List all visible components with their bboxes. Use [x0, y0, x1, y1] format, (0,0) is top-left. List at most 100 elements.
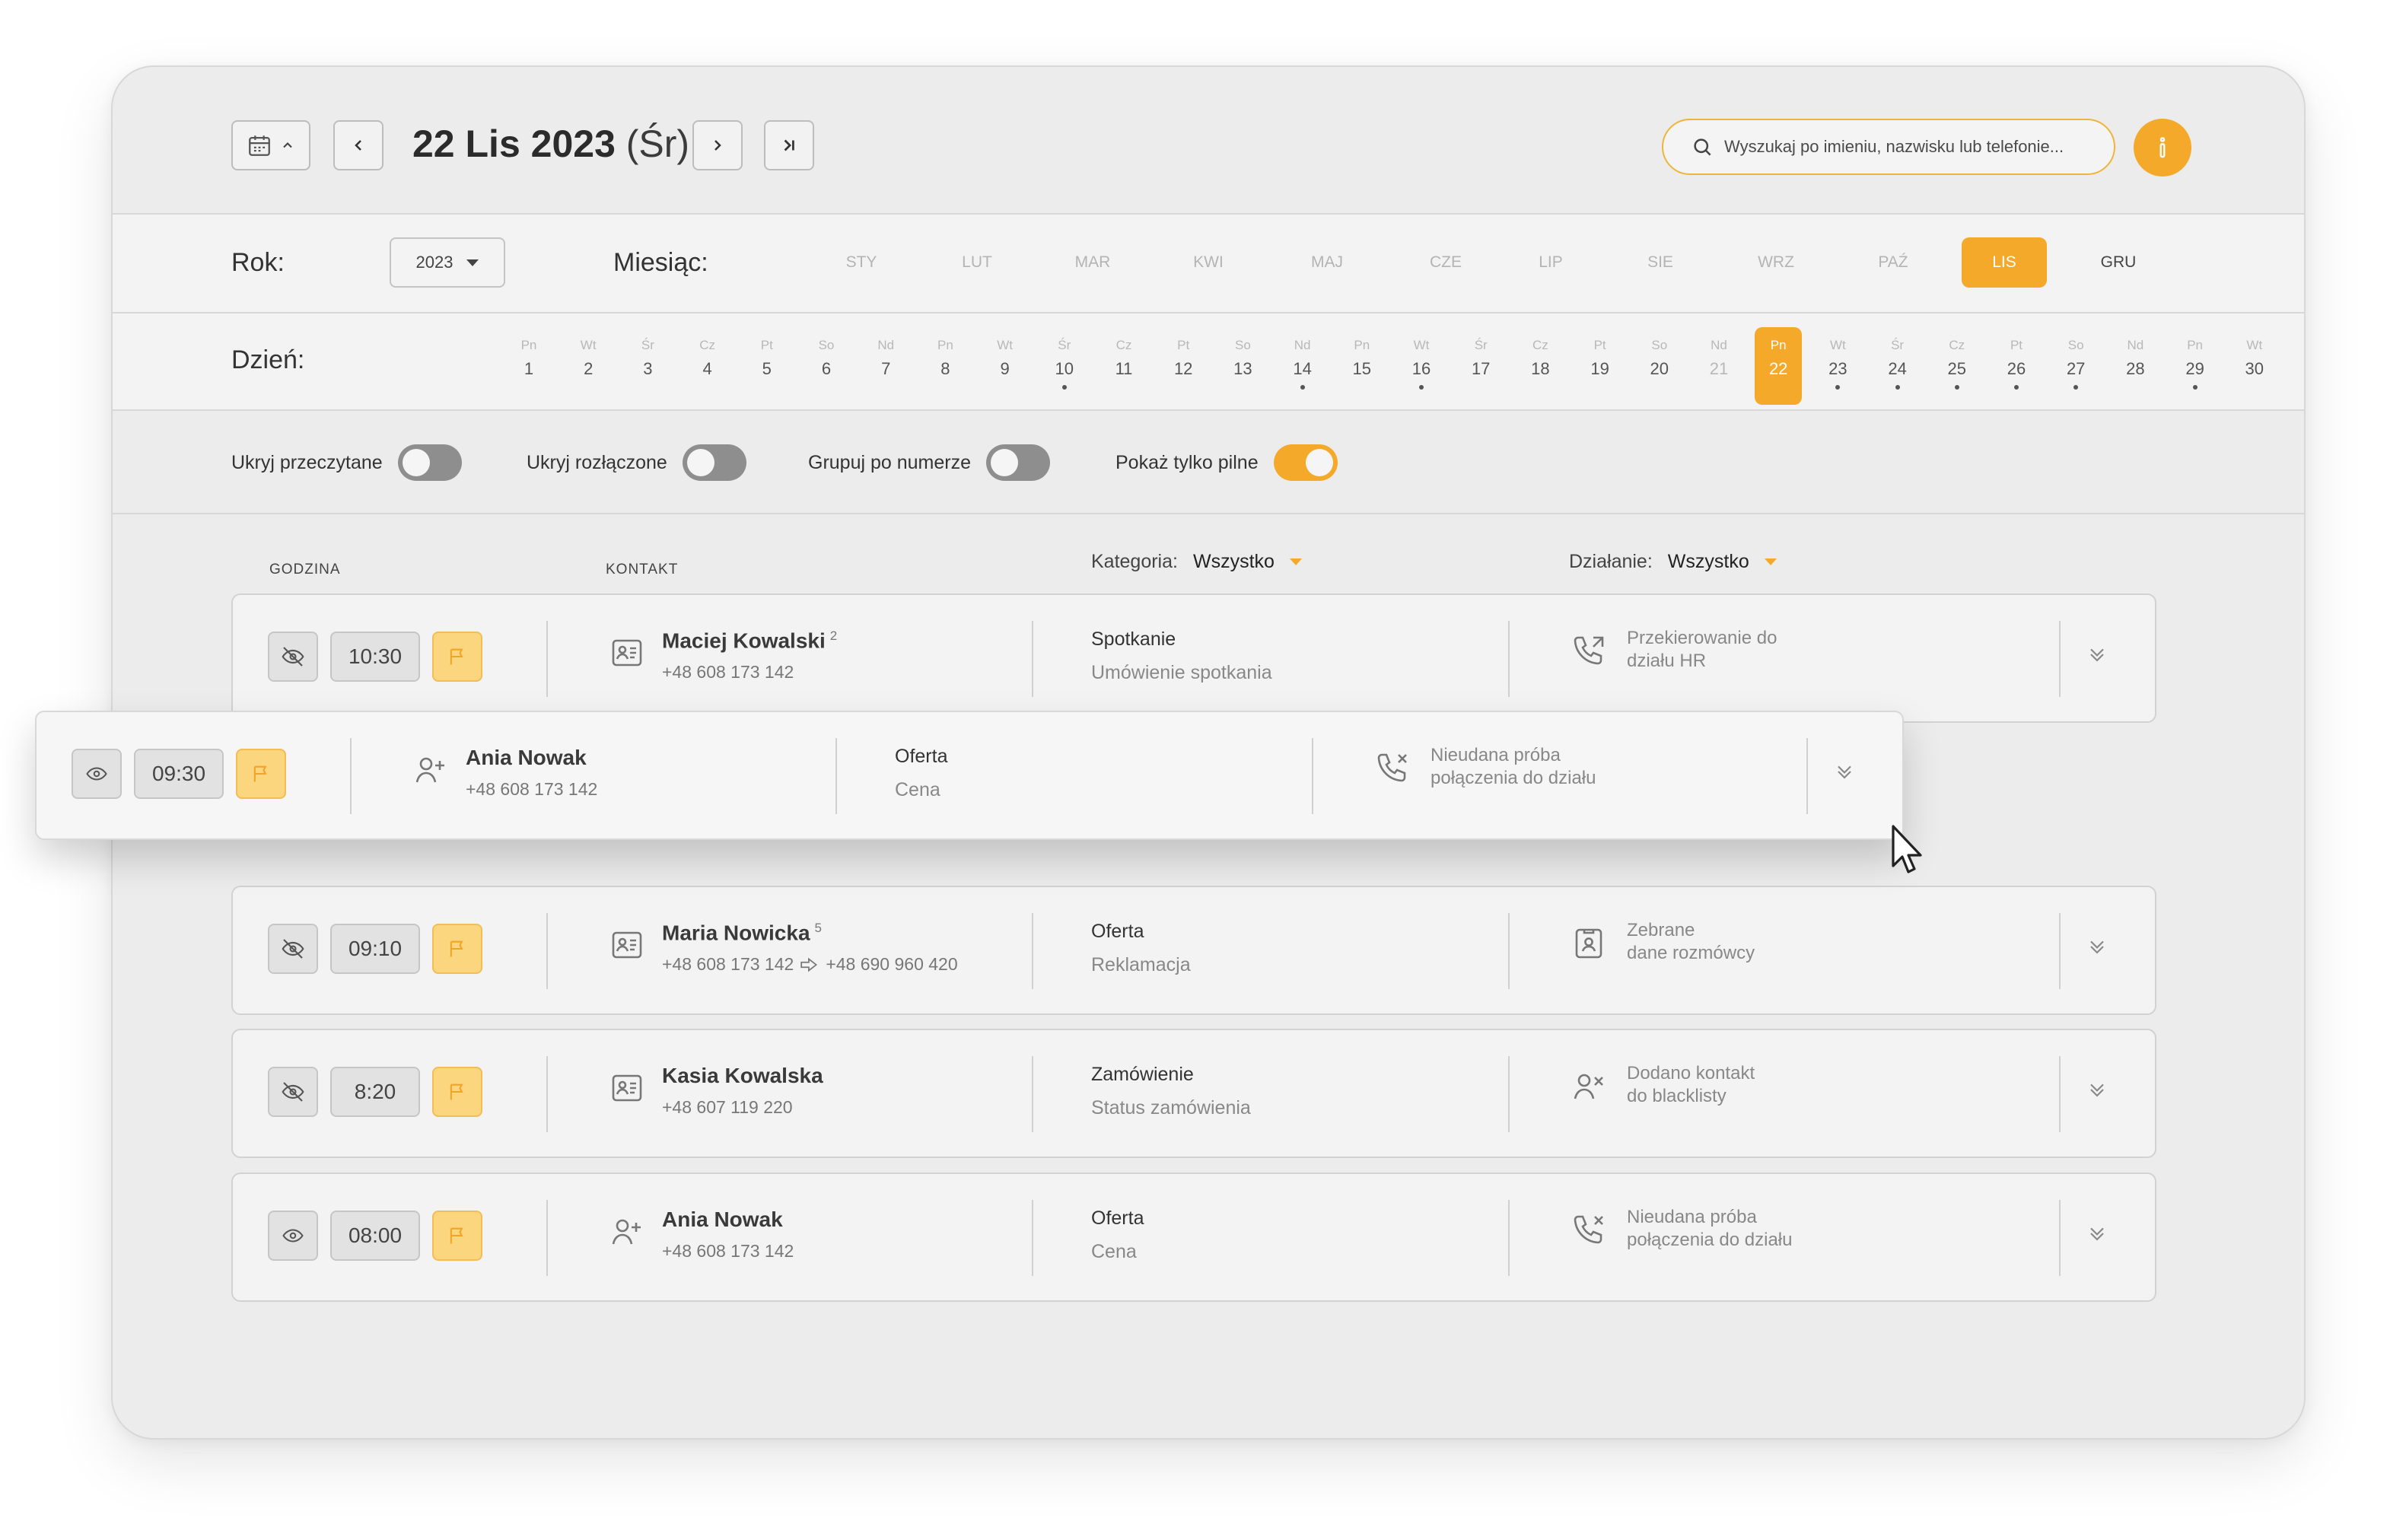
- year-select[interactable]: 2023: [390, 237, 505, 288]
- day-15[interactable]: Pn 15: [1338, 327, 1386, 405]
- phone-number: +48 608 173 142: [662, 954, 794, 974]
- call-row[interactable]: 09:30 Ania Nowak +48 608 173 142 Oferta Cena…: [35, 711, 1904, 840]
- day-11[interactable]: Cz 11: [1100, 327, 1147, 405]
- category-filter[interactable]: Kategoria: Wszystko: [1091, 551, 1302, 573]
- call-row[interactable]: 10:30 Maciej Kowalski 2 +48 608 173 142 Spot…: [231, 593, 2156, 723]
- group-by-number-toggle[interactable]: [986, 444, 1051, 481]
- next-day-button[interactable]: [692, 120, 743, 170]
- day-19[interactable]: Pt 19: [1577, 327, 1624, 405]
- day-31[interactable]: Śr 31: [2290, 327, 2304, 405]
- day-22[interactable]: Pn 22: [1755, 327, 1803, 405]
- month-mar[interactable]: MAR: [1050, 237, 1135, 288]
- month-cze[interactable]: CZE: [1403, 237, 1488, 288]
- urgent-flag-button[interactable]: [432, 924, 482, 974]
- contact-name[interactable]: Kasia Kowalska: [662, 1064, 823, 1088]
- day-5[interactable]: Pt 5: [743, 327, 791, 405]
- filter-urgent-only[interactable]: Pokaż tylko pilne: [1115, 444, 1338, 481]
- month-lut[interactable]: LUT: [934, 237, 1020, 288]
- action-filter[interactable]: Działanie: Wszystko: [1569, 551, 1777, 573]
- expand-button[interactable]: [2085, 1221, 2115, 1252]
- filter-group-by-number[interactable]: Grupuj po numerze: [808, 444, 1051, 481]
- day-row: Dzień: Pn 1 Wt 2 Śr 3 Cz 4 Pt 5 So 6 Nd 7 Pn 8 Wt 9 Śr 10 Cz…: [113, 313, 2304, 411]
- day-23[interactable]: Wt 23: [1814, 327, 1861, 405]
- month-lis[interactable]: LIS: [1962, 237, 2047, 288]
- visibility-button[interactable]: [268, 1067, 318, 1117]
- day-21[interactable]: Nd 21: [1695, 327, 1742, 405]
- day-16[interactable]: Wt 16: [1398, 327, 1445, 405]
- day-17[interactable]: Śr 17: [1457, 327, 1504, 405]
- day-12[interactable]: Pt 12: [1160, 327, 1207, 405]
- category: Oferta: [1091, 921, 1144, 942]
- hide-read-toggle[interactable]: [397, 444, 462, 481]
- day-10[interactable]: Śr 10: [1041, 327, 1088, 405]
- day-18[interactable]: Cz 18: [1516, 327, 1564, 405]
- month-kwi[interactable]: KWI: [1166, 237, 1251, 288]
- day-2[interactable]: Wt 2: [565, 327, 612, 405]
- filter-label: Ukryj rozłączone: [527, 451, 667, 473]
- day-7[interactable]: Nd 7: [862, 327, 909, 405]
- contact-name[interactable]: Ania Nowak: [466, 746, 587, 770]
- day-20[interactable]: So 20: [1636, 327, 1683, 405]
- action-line: połączenia do działu: [1627, 1230, 1793, 1250]
- month-sie[interactable]: SIE: [1618, 237, 1703, 288]
- urgent-only-toggle[interactable]: [1273, 444, 1338, 481]
- day-25[interactable]: Cz 25: [1933, 327, 1981, 405]
- day-4[interactable]: Cz 4: [684, 327, 731, 405]
- day-3[interactable]: Śr 3: [624, 327, 671, 405]
- search-input[interactable]: Wyszukaj po imieniu, nazwisku lub telefo…: [1662, 119, 2115, 175]
- info-button[interactable]: [2134, 119, 2191, 177]
- calendar-toggle-button[interactable]: [231, 120, 310, 170]
- expand-button[interactable]: [2085, 934, 2115, 965]
- contact-name[interactable]: Maciej Kowalski 2: [662, 628, 837, 653]
- column-header-time: GODZINA: [269, 562, 341, 578]
- day-1[interactable]: Pn 1: [505, 327, 552, 405]
- call-row[interactable]: 08:00 Ania Nowak +48 608 173 142 Oferta Cena…: [231, 1172, 2156, 1302]
- day-number: 22: [1768, 359, 1788, 378]
- expand-button[interactable]: [2085, 642, 2115, 673]
- divider: [546, 1200, 548, 1276]
- day-number: 13: [1233, 359, 1252, 378]
- month-sty[interactable]: STY: [819, 237, 904, 288]
- expand-button[interactable]: [2085, 1077, 2115, 1108]
- prev-day-button[interactable]: [333, 120, 383, 170]
- day-28[interactable]: Nd 28: [2112, 327, 2159, 405]
- visibility-button[interactable]: [72, 749, 122, 799]
- day-29[interactable]: Pn 29: [2172, 327, 2219, 405]
- today-button[interactable]: [764, 120, 814, 170]
- call-row[interactable]: 09:10 Maria Nowicka 5 +48 608 173 142 +48 69…: [231, 886, 2156, 1015]
- divider: [546, 621, 548, 697]
- flag-icon: [450, 648, 463, 665]
- month-wrz[interactable]: WRZ: [1733, 237, 1819, 288]
- day-9[interactable]: Wt 9: [982, 327, 1029, 405]
- filter-hide-read[interactable]: Ukryj przeczytane: [231, 444, 462, 481]
- day-8[interactable]: Pn 8: [921, 327, 969, 405]
- filter-label: Pokaż tylko pilne: [1115, 451, 1259, 473]
- day-26[interactable]: Pt 26: [1993, 327, 2040, 405]
- day-30[interactable]: Wt 30: [2231, 327, 2278, 405]
- day-13[interactable]: So 13: [1219, 327, 1266, 405]
- day-weekday: Śr: [641, 338, 654, 352]
- visibility-button[interactable]: [268, 632, 318, 682]
- month-maj[interactable]: MAJ: [1284, 237, 1370, 288]
- search-placeholder: Wyszukaj po imieniu, nazwisku lub telefo…: [1724, 137, 2064, 156]
- hide-disconnected-toggle[interactable]: [682, 444, 746, 481]
- visibility-button[interactable]: [268, 924, 318, 974]
- month-paź[interactable]: PAŹ: [1851, 237, 1936, 288]
- expand-button[interactable]: [1832, 759, 1863, 790]
- urgent-flag-button[interactable]: [432, 632, 482, 682]
- urgent-flag-button[interactable]: [432, 1211, 482, 1261]
- call-row[interactable]: 8:20 Kasia Kowalska +48 607 119 220 Zamówie…: [231, 1029, 2156, 1158]
- contact-name[interactable]: Maria Nowicka 5: [662, 921, 822, 945]
- urgent-flag-button[interactable]: [432, 1067, 482, 1117]
- visibility-button[interactable]: [268, 1211, 318, 1261]
- event-dot: [2192, 385, 2198, 390]
- filter-hide-disconnected[interactable]: Ukryj rozłączone: [527, 444, 746, 481]
- day-24[interactable]: Śr 24: [1874, 327, 1921, 405]
- day-6[interactable]: So 6: [803, 327, 850, 405]
- day-27[interactable]: So 27: [2052, 327, 2099, 405]
- contact-name[interactable]: Ania Nowak: [662, 1208, 783, 1232]
- day-14[interactable]: Nd 14: [1279, 327, 1326, 405]
- month-gru[interactable]: GRU: [2076, 237, 2161, 288]
- urgent-flag-button[interactable]: [236, 749, 286, 799]
- month-lip[interactable]: LIP: [1508, 237, 1593, 288]
